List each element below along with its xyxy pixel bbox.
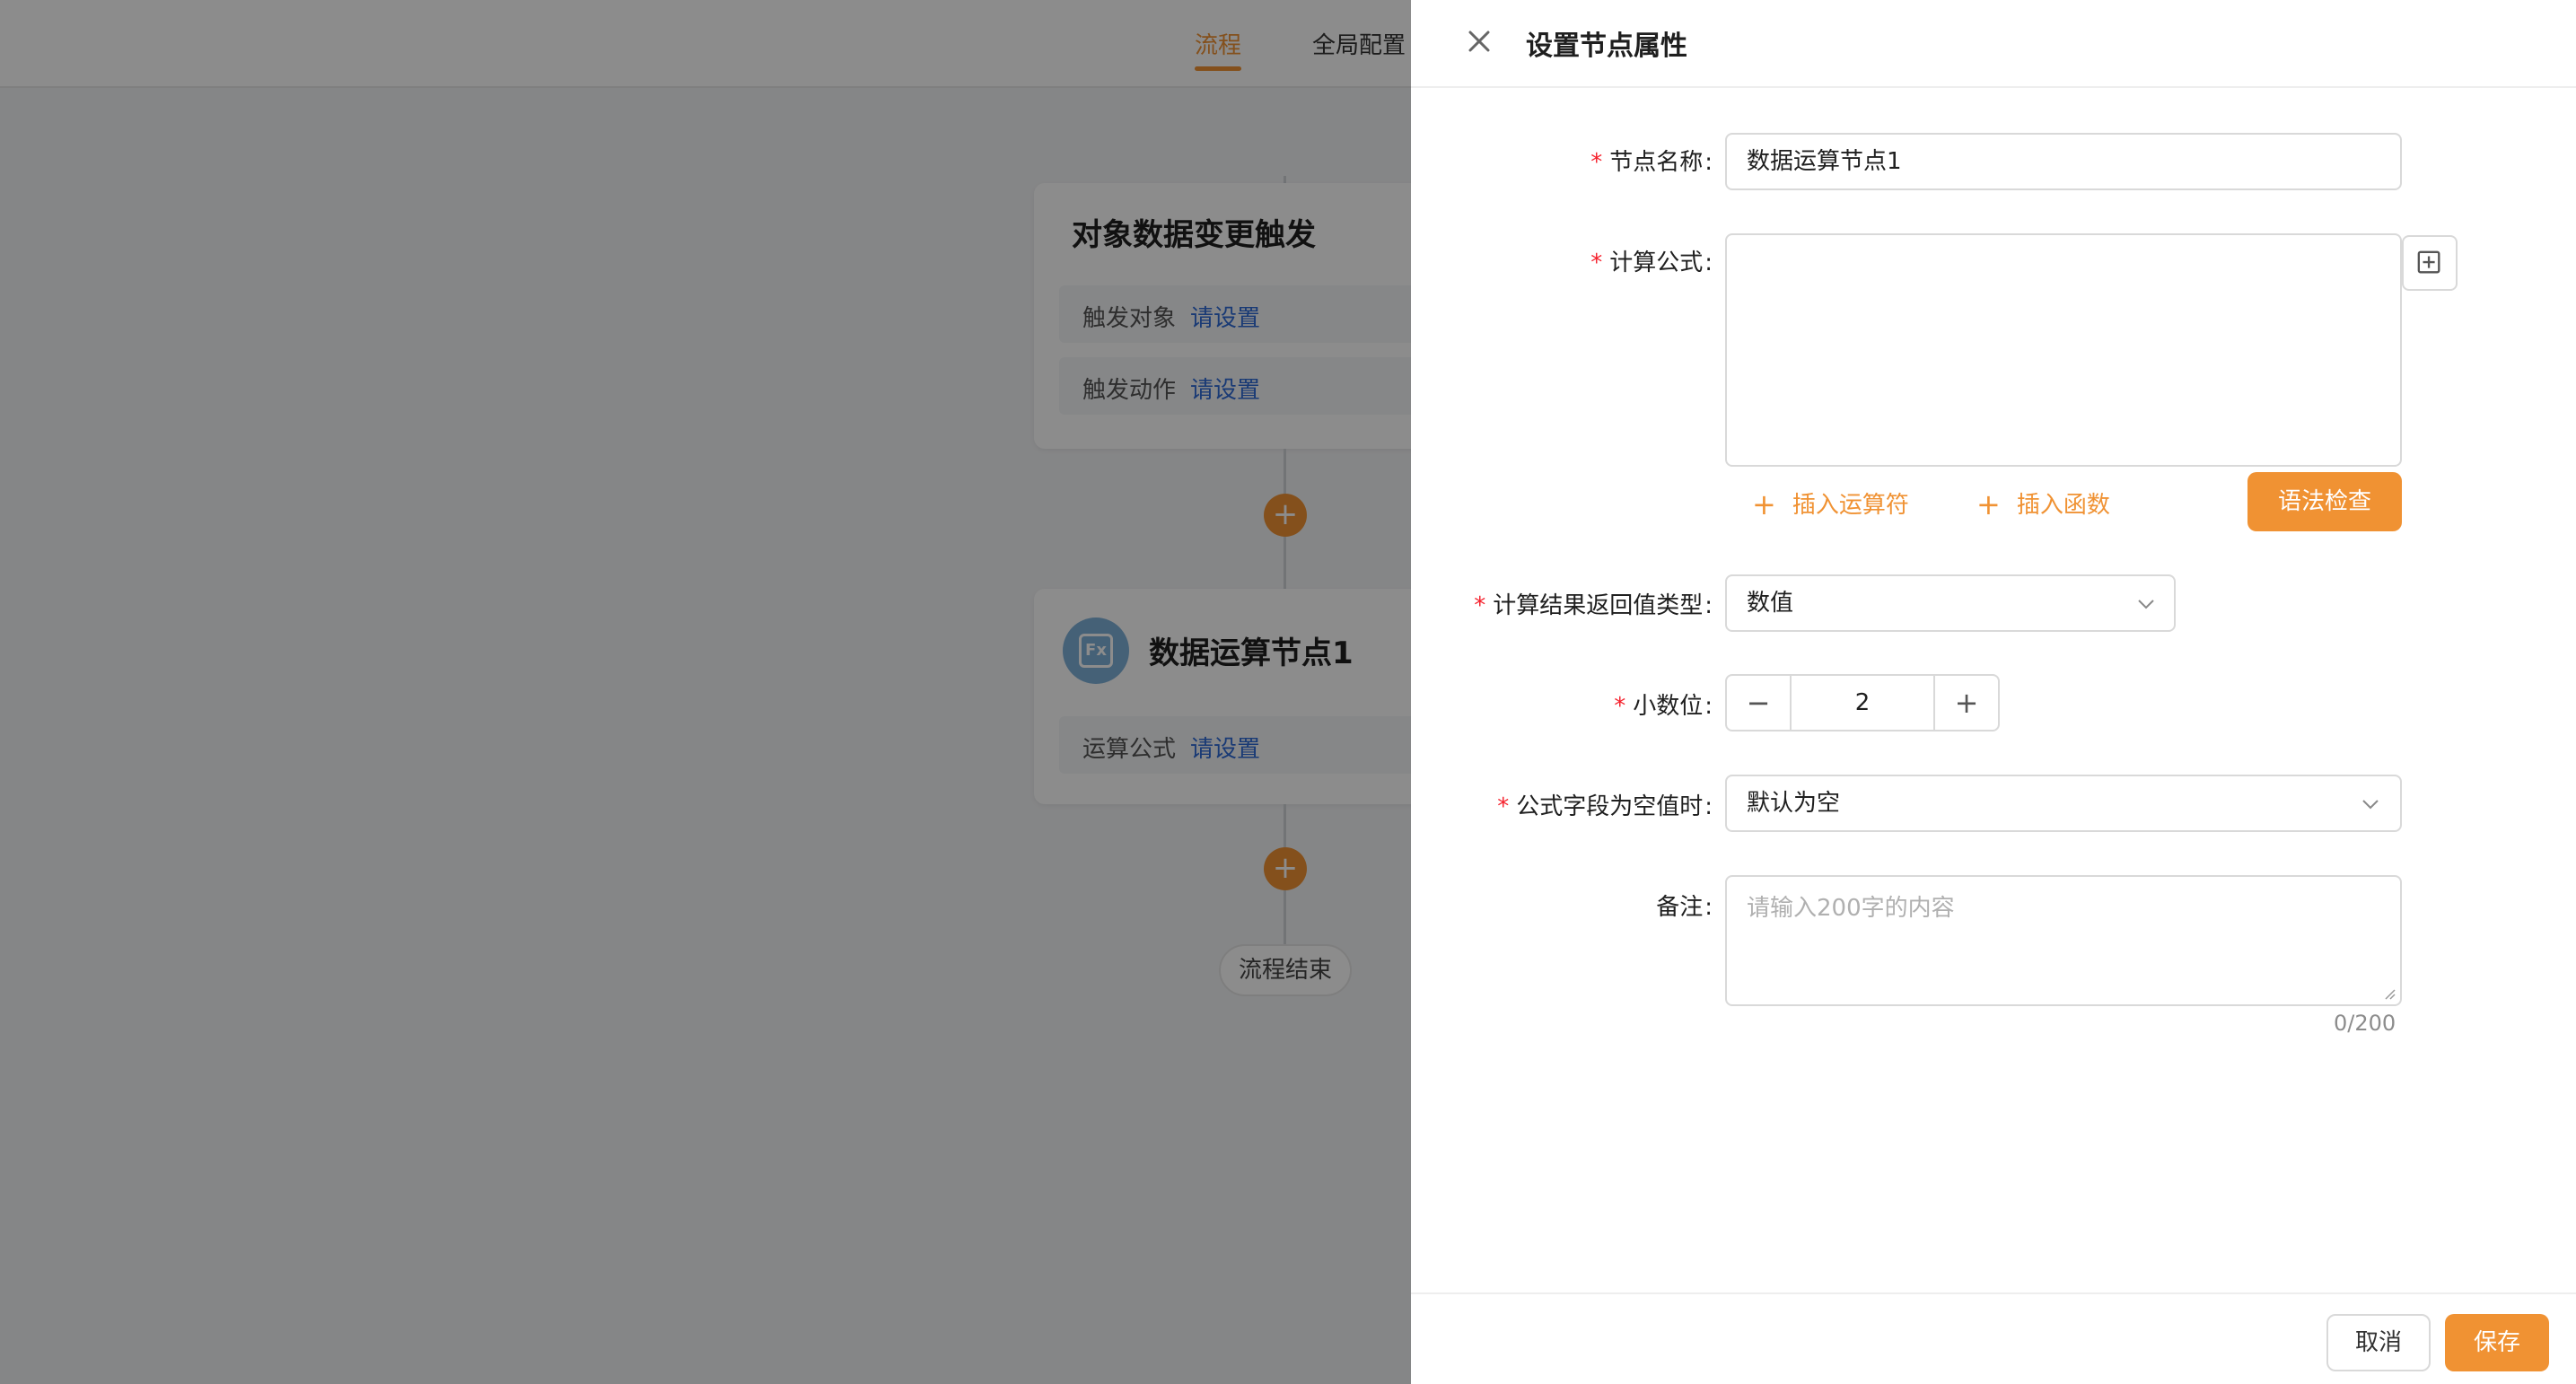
remark-placeholder: 请输入200字的内容 (1747, 895, 1955, 922)
formula-label: * 计算公式: (1590, 250, 1713, 276)
decimals-value[interactable]: 2 (1792, 676, 1933, 730)
chevron-down-icon (2362, 800, 2379, 810)
resize-handle-icon[interactable] (2380, 985, 2396, 1001)
node-properties-drawer: 设置节点属性 * 节点名称: 数据运算节点1 * 计算公式: + 插入运算符 + 插入函… (1411, 0, 2576, 1384)
remark-char-counter: 0/200 (2334, 1011, 2396, 1036)
remark-textarea[interactable]: 请输入200字的内容 (1725, 875, 2402, 1006)
close-icon[interactable] (1461, 23, 1497, 59)
formula-textarea[interactable] (1725, 233, 2402, 467)
return-type-label: * 计算结果返回值类型: (1474, 592, 1713, 619)
drawer-title: 设置节点属性 (1526, 31, 1687, 62)
insert-operator-button[interactable]: + 插入运算符 (1752, 486, 1909, 521)
decimals-stepper[interactable]: − 2 + (1725, 674, 2000, 731)
cancel-button[interactable]: 取消 (2326, 1314, 2431, 1371)
remark-label: 备注: (1656, 894, 1713, 921)
decrement-button[interactable]: − (1727, 676, 1792, 730)
node-name-input[interactable]: 数据运算节点1 (1725, 133, 2402, 190)
increment-button[interactable]: + (1933, 676, 1998, 730)
empty-value-label: * 公式字段为空值时: (1497, 793, 1713, 820)
decimals-label: * 小数位: (1614, 693, 1713, 720)
empty-value-select[interactable]: 默认为空 (1725, 775, 2402, 832)
node-name-label: * 节点名称: (1590, 149, 1713, 176)
return-type-select[interactable]: 数值 (1725, 574, 2176, 632)
syntax-check-button[interactable]: 语法检查 (2247, 472, 2402, 531)
expand-editor-button[interactable] (2402, 235, 2458, 291)
insert-function-button[interactable]: + 插入函数 (1976, 486, 2110, 521)
save-button[interactable]: 保存 (2445, 1314, 2549, 1371)
drawer-header: 设置节点属性 (1411, 0, 2576, 88)
plus-icon: + (1752, 487, 1776, 521)
expand-box-icon (2417, 250, 2440, 274)
chevron-down-icon (2138, 600, 2154, 609)
plus-icon: + (1976, 487, 2001, 521)
drawer-footer: 取消 保存 (1411, 1292, 2576, 1384)
